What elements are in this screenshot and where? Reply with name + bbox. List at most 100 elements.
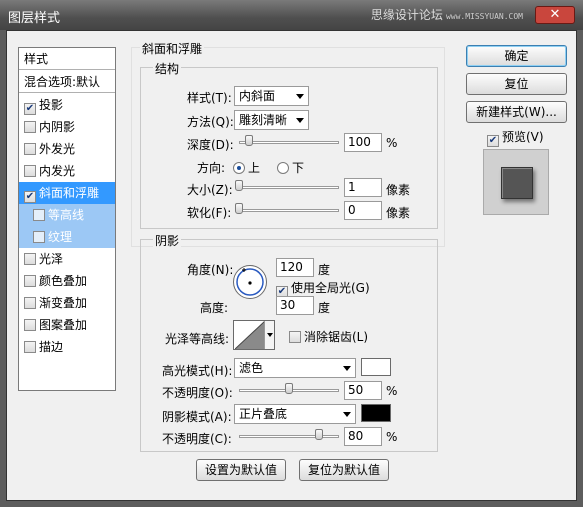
depth-slider[interactable]: [239, 141, 339, 144]
new-style-button[interactable]: 新建样式(W)...: [466, 101, 567, 123]
shadow-opacity-slider[interactable]: [239, 435, 339, 438]
contour-linear-icon: [235, 321, 265, 349]
shadow-opacity-unit: %: [386, 430, 398, 444]
list-item-blend-options[interactable]: 混合选项:默认: [19, 71, 115, 93]
shadow-mode-value: 正片叠底: [239, 407, 288, 421]
size-unit: 像素: [386, 183, 411, 197]
angle-dial-icon: [236, 268, 264, 296]
close-button[interactable]: ✕: [535, 6, 575, 24]
size-slider-thumb[interactable]: [235, 180, 243, 191]
chevron-down-icon: [296, 118, 304, 123]
depth-slider-thumb[interactable]: [245, 135, 253, 146]
window-title: 图层样式: [8, 11, 61, 26]
preview-checkbox[interactable]: ✔ 预览(V): [487, 128, 544, 147]
style-select[interactable]: 内斜面: [234, 86, 309, 106]
checkbox-unchecked-icon[interactable]: [24, 253, 36, 265]
list-item-style[interactable]: 等高线: [19, 204, 115, 226]
depth-input[interactable]: 100: [344, 133, 382, 152]
antialias-checkbox[interactable]: 消除锯齿(L): [289, 328, 368, 345]
reset-default-button[interactable]: 复位为默认值: [299, 459, 389, 481]
shadow-mode-label: 阴影模式(A):: [162, 410, 232, 424]
checkbox-unchecked-icon[interactable]: [24, 341, 36, 353]
technique-label: 方法(Q):: [187, 115, 234, 129]
list-item-style[interactable]: 颜色叠加: [19, 270, 115, 292]
shadow-opacity-input[interactable]: 80: [344, 427, 382, 446]
radio-unselected-icon: [277, 162, 289, 174]
angle-label: 角度(N):: [187, 263, 234, 277]
checkbox-checked-icon: ✔: [487, 135, 499, 147]
checkbox-unchecked-icon[interactable]: [24, 121, 36, 133]
style-label: 样式(T):: [187, 91, 232, 105]
direction-down-radio[interactable]: 下: [277, 159, 304, 176]
altitude-unit: 度: [318, 301, 331, 315]
list-item-label: 内阴影: [39, 120, 76, 134]
list-item-label: 光泽: [39, 252, 64, 266]
angle-dial[interactable]: [233, 265, 267, 299]
highlight-opacity-label: 不透明度(O):: [162, 386, 233, 400]
angle-unit: 度: [318, 263, 331, 277]
list-item-style[interactable]: 内阴影: [19, 116, 115, 138]
chevron-down-icon: [343, 412, 351, 417]
highlight-mode-select[interactable]: 滤色: [234, 358, 356, 378]
soften-input[interactable]: 0: [344, 201, 382, 220]
highlight-opacity-input[interactable]: 50: [344, 381, 382, 400]
list-item-style[interactable]: 内发光: [19, 160, 115, 182]
highlight-color-swatch[interactable]: [361, 358, 391, 376]
list-item-style[interactable]: 渐变叠加: [19, 292, 115, 314]
checkbox-unchecked-icon: [289, 331, 301, 343]
shadow-opacity-slider-thumb[interactable]: [315, 429, 323, 440]
list-item-label: 外发光: [39, 142, 76, 156]
technique-select[interactable]: 雕刻清晰: [234, 110, 309, 130]
checkbox-unchecked-icon[interactable]: [24, 297, 36, 309]
highlight-opacity-slider-thumb[interactable]: [285, 383, 293, 394]
list-header-styles[interactable]: 样式: [19, 48, 115, 70]
checkbox-checked-icon[interactable]: ✔: [24, 191, 36, 203]
list-item-label: 描边: [39, 340, 64, 354]
checkbox-unchecked-icon[interactable]: [24, 275, 36, 287]
list-item-label: 斜面和浮雕: [39, 186, 100, 200]
list-item-style[interactable]: 外发光: [19, 138, 115, 160]
list-item-style[interactable]: ✔ 投影: [19, 94, 115, 116]
shadow-color-swatch[interactable]: [361, 404, 391, 422]
angle-input[interactable]: 120: [276, 258, 314, 277]
preview-swatch: [501, 167, 533, 199]
highlight-opacity-unit: %: [386, 384, 398, 398]
preview-label: 预览(V): [502, 130, 544, 144]
chevron-down-icon: [296, 94, 304, 99]
global-light-label: 使用全局光(G): [291, 281, 370, 295]
shadow-mode-select[interactable]: 正片叠底: [234, 404, 356, 424]
list-item-style[interactable]: 纹理: [19, 226, 115, 248]
checkbox-unchecked-icon[interactable]: [24, 143, 36, 155]
list-item-style[interactable]: 光泽: [19, 248, 115, 270]
shadow-opacity-label: 不透明度(C):: [162, 432, 232, 446]
reset-button[interactable]: 复位: [466, 73, 567, 95]
direction-up-radio[interactable]: 上: [233, 159, 260, 176]
checkbox-unchecked-icon[interactable]: [33, 209, 45, 221]
contour-dropdown-toggle[interactable]: [264, 321, 274, 349]
checkbox-unchecked-icon[interactable]: [24, 319, 36, 331]
list-item-label: 图案叠加: [39, 318, 88, 332]
size-slider[interactable]: [239, 186, 339, 189]
checkbox-unchecked-icon[interactable]: [24, 165, 36, 177]
gloss-contour-picker[interactable]: [233, 320, 275, 350]
soften-slider-thumb[interactable]: [235, 203, 243, 214]
altitude-input[interactable]: 30: [276, 296, 314, 315]
structure-title: 结构: [153, 60, 182, 77]
make-default-button[interactable]: 设置为默认值: [196, 459, 286, 481]
chevron-down-icon: [267, 333, 273, 337]
style-preview: [483, 149, 549, 215]
soften-label: 软化(F):: [187, 206, 232, 220]
style-list: 样式 混合选项:默认 ✔ 投影 内阴影 外发光 内发光 ✔ 斜面和浮雕 等高线 纹理 光泽 颜色叠加…: [18, 47, 116, 391]
radio-selected-icon: [233, 162, 245, 174]
list-item-style[interactable]: 描边: [19, 336, 115, 358]
checkbox-checked-icon[interactable]: ✔: [24, 103, 36, 115]
size-label: 大小(Z):: [187, 183, 233, 197]
list-item-style[interactable]: 图案叠加: [19, 314, 115, 336]
checkbox-unchecked-icon[interactable]: [33, 231, 45, 243]
size-input[interactable]: 1: [344, 178, 382, 197]
bevel-emboss-title: 斜面和浮雕: [140, 40, 205, 57]
soften-slider[interactable]: [239, 209, 339, 212]
ok-button[interactable]: 确定: [466, 45, 567, 67]
list-item-style[interactable]: ✔ 斜面和浮雕: [19, 182, 115, 204]
title-bar[interactable]: 图层样式 思缘设计论坛 www.MISSYUAN.COM ✕: [0, 0, 583, 30]
